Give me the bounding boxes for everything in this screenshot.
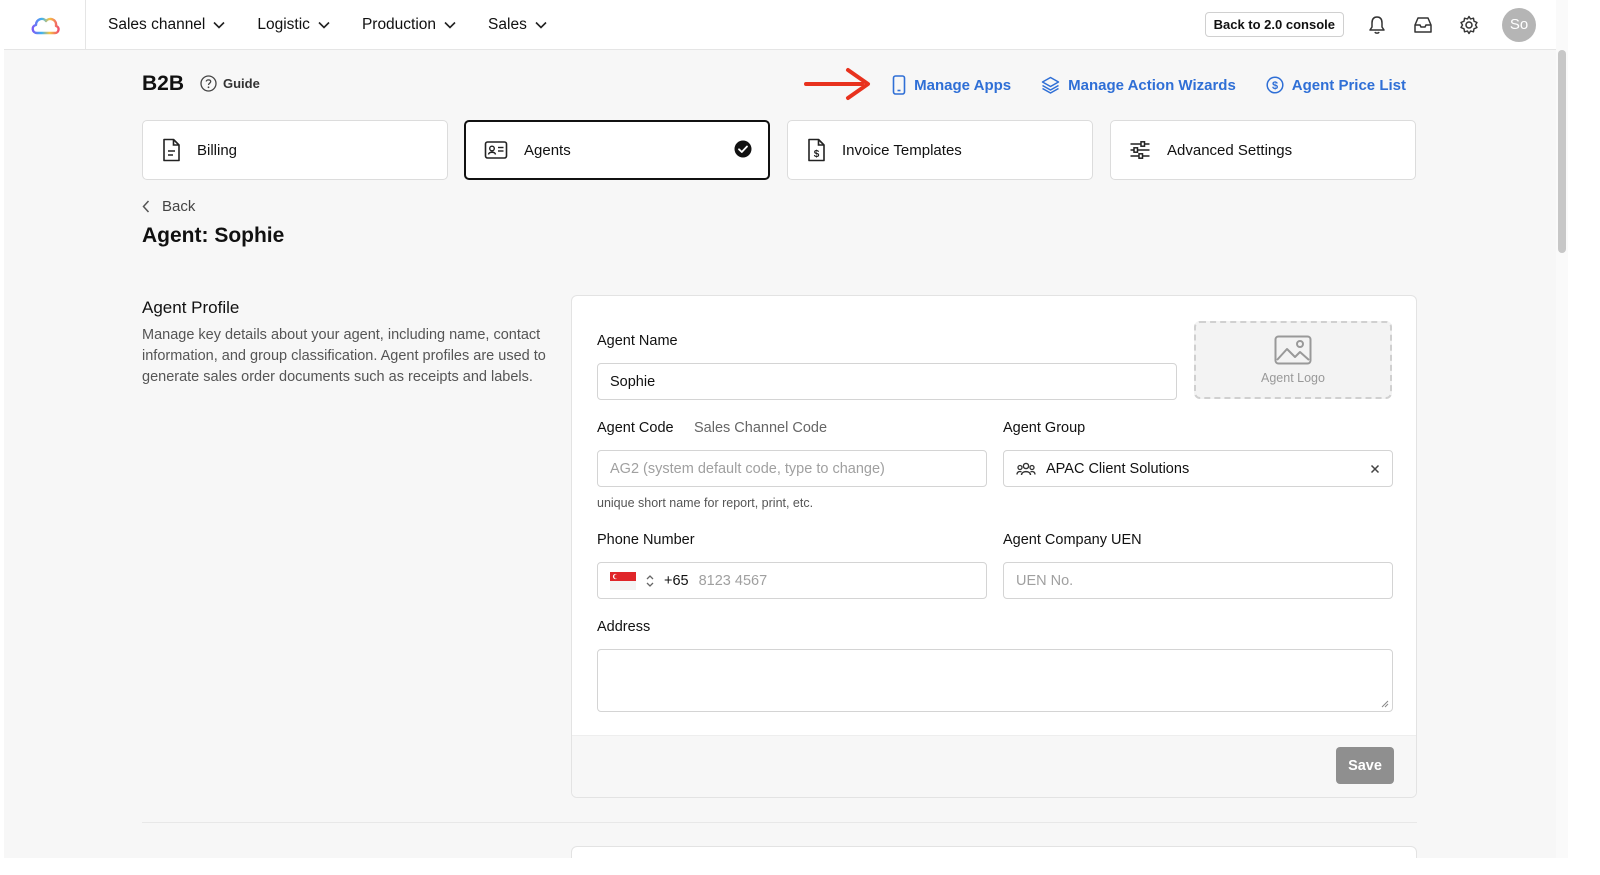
tab-label: Advanced Settings [1167,141,1293,159]
invoice-dollar-icon: $ [808,138,825,162]
section-description: Manage key details about your agent, inc… [142,327,546,385]
address-label: Address [597,619,651,635]
svg-text:$: $ [814,149,820,160]
id-card-icon [484,141,508,159]
agent-price-list-label: Agent Price List [1291,76,1406,94]
svg-text:$: $ [1272,80,1278,92]
agent-name-value: Sophie [610,373,656,390]
agent-group-select[interactable]: APAC Client Solutions [1003,450,1393,487]
agent-group-value: APAC Client Solutions [1046,460,1190,477]
app-logo[interactable] [4,0,86,50]
agent-group-label: Agent Group [1003,420,1086,436]
back-to-console-button[interactable]: Back to 2.0 console [1204,12,1344,37]
agent-name-label: Agent Name [597,333,678,349]
singapore-flag-icon[interactable] [610,571,636,590]
sales-channel-code-tab[interactable]: Sales Channel Code [694,420,827,436]
phone-country-code: +65 [664,572,689,589]
page-section-title: B2B [142,72,185,95]
avatar[interactable]: So [1502,7,1536,42]
guide-link[interactable]: Guide [200,75,260,92]
section-title: Agent Profile [142,298,240,317]
page-title: Agent: Sophie [142,224,285,247]
manage-action-wizards-label: Manage Action Wizards [1068,76,1236,94]
cloud-logo-icon [31,17,60,34]
tab-agents[interactable]: Agents [464,120,770,180]
tab-label: Invoice Templates [842,141,962,159]
help-circle-icon [200,75,217,92]
sliders-icon [1130,141,1150,159]
nav-label: Logistic [257,15,310,33]
tab-label: Billing [197,141,238,159]
top-nav: Sales channel Logistic Production Sales … [4,0,1556,50]
phone-placeholder: 8123 4567 [698,572,768,589]
agent-code-input[interactable]: AG2 (system default code, type to change… [597,450,987,487]
agent-name-input[interactable]: Sophie [597,363,1177,400]
close-icon[interactable] [1370,464,1380,474]
check-circle-icon [734,140,752,158]
back-label: Back [162,198,196,215]
bell-icon[interactable] [1364,12,1390,38]
chevron-down-icon [535,21,547,29]
inbox-icon[interactable] [1410,12,1436,38]
dollar-circle-icon: $ [1266,76,1284,94]
address-textarea[interactable] [597,649,1393,712]
nav-label: Production [361,15,437,33]
agent-price-list-link[interactable]: $ Agent Price List [1266,75,1406,95]
manage-apps-label: Manage Apps [914,76,1012,94]
gear-icon[interactable] [1456,12,1482,38]
phone-number-field[interactable]: +65 8123 4567 [597,562,987,599]
agent-code-placeholder: AG2 (system default code, type to change… [610,460,885,477]
nav-production[interactable]: Production [362,16,456,34]
tab-invoice-templates[interactable]: $ Invoice Templates [787,120,1093,180]
uen-placeholder: UEN No. [1016,572,1074,589]
nav-logistic[interactable]: Logistic [257,16,330,34]
nav-sales[interactable]: Sales [488,16,547,34]
agent-company-uen-input[interactable]: UEN No. [1003,562,1393,599]
agent-code-label: Agent Code [597,420,674,436]
document-icon [163,138,180,162]
phone-number-label: Phone Number [597,532,695,548]
agent-logo-label: Agent Logo [1261,371,1325,385]
phone-icon [892,75,906,95]
resize-handle-icon[interactable] [1381,700,1389,708]
users-group-icon [1016,462,1036,475]
save-button[interactable]: Save [1336,747,1394,784]
layers-icon [1041,76,1060,94]
chevron-down-icon [444,21,456,29]
card-footer [572,735,1416,797]
guide-label: Guide [223,76,260,91]
image-icon [1274,335,1312,365]
chevron-down-icon [318,21,330,29]
header-links: Manage Apps Manage Action Wizards $ Agen… [892,75,1406,95]
back-link[interactable]: Back [142,198,195,215]
next-section-card [571,846,1417,858]
nav-label: Sales [488,15,527,33]
chevron-left-icon [142,200,150,213]
tab-label: Agents [524,141,571,159]
nav-label: Sales channel [108,15,206,33]
agent-company-uen-label: Agent Company UEN [1003,532,1142,548]
agent-logo-upload[interactable]: Agent Logo [1194,321,1392,399]
agent-profile-card: Agent Name Sophie Agent Logo Agent Code … [571,295,1417,798]
manage-action-wizards-link[interactable]: Manage Action Wizards [1041,75,1236,95]
tab-advanced-settings[interactable]: Advanced Settings [1110,120,1416,180]
red-arrow-annotation [804,68,870,100]
chevron-updown-icon[interactable] [646,574,654,588]
nav-right: Back to 2.0 console So [1204,7,1536,42]
agent-code-hint: unique short name for report, print, etc… [597,496,814,510]
section-divider [142,822,1417,823]
tab-billing[interactable]: Billing [142,120,448,180]
app-frame: Sales channel Logistic Production Sales … [4,0,1556,858]
scrollbar-thumb[interactable] [1558,50,1566,253]
manage-apps-link[interactable]: Manage Apps [892,75,1011,95]
nav-sales-channel[interactable]: Sales channel [108,16,225,34]
chevron-down-icon [213,21,225,29]
